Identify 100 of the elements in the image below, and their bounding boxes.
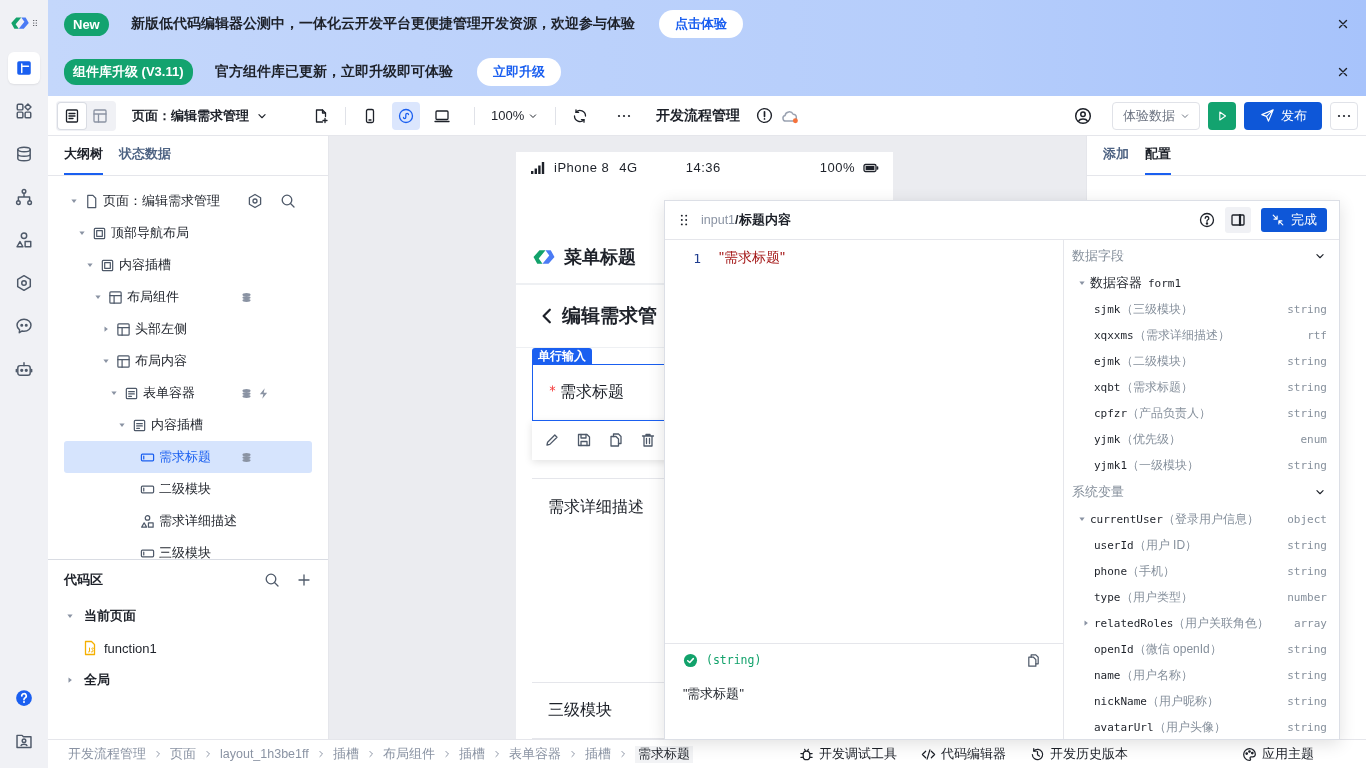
header-title: 菜单标题 xyxy=(564,246,636,270)
tree-item[interactable]: 头部左侧 xyxy=(64,313,312,345)
field-label: 需求详细描述 xyxy=(548,496,644,517)
tree-item[interactable]: 布局内容 xyxy=(64,345,312,377)
banner-action-button[interactable]: 立即升级 xyxy=(476,58,561,86)
variable-description: （三级模块） xyxy=(1120,300,1193,318)
variable-description: （用户名称） xyxy=(1120,666,1193,684)
tree-item[interactable]: 内容插槽 xyxy=(64,249,312,281)
banner-action-button[interactable]: 点击体验 xyxy=(658,10,743,38)
view-mode-button[interactable] xyxy=(58,102,86,129)
path-text: input1 xyxy=(701,213,736,227)
tree-item[interactable]: 布局组件 xyxy=(64,281,312,313)
layout-icon xyxy=(108,289,123,305)
tree-item-label: 二级模块 xyxy=(159,480,211,498)
variable-name[interactable]: relatedRoles xyxy=(1094,616,1174,630)
delete-button[interactable] xyxy=(640,432,656,449)
variable-name[interactable]: phone xyxy=(1094,564,1128,578)
tree-item-label: 三级模块 xyxy=(159,544,211,559)
line-number: 1 xyxy=(692,250,701,266)
variable-description: （产品负责人） xyxy=(1127,404,1212,422)
data-select[interactable]: 体验数据 xyxy=(1112,101,1200,130)
user-icon[interactable] xyxy=(1074,106,1092,125)
help-icon xyxy=(15,689,33,707)
search-icon[interactable] xyxy=(264,572,280,588)
variable-name[interactable]: sjmk xyxy=(1094,302,1121,316)
settings-icon[interactable] xyxy=(247,193,263,209)
variable-name[interactable]: currentUser xyxy=(1090,512,1163,526)
variable-type: rtf xyxy=(1307,328,1327,342)
variable-type: string xyxy=(1287,668,1327,682)
variable-name[interactable]: xqbt xyxy=(1094,380,1121,394)
mini-program-icon xyxy=(398,107,414,124)
done-button[interactable]: 完成 xyxy=(1261,208,1327,232)
variable-name[interactable]: type xyxy=(1094,590,1121,604)
tree-item[interactable]: 需求详细描述 xyxy=(64,505,312,537)
panel-tab[interactable]: 大纲树 xyxy=(64,136,103,175)
copy-button[interactable] xyxy=(608,432,624,449)
variable-name[interactable]: yjmk1 xyxy=(1094,458,1128,472)
variable-name[interactable]: xqxxms xyxy=(1094,328,1134,342)
tree-item[interactable]: 三级模块 xyxy=(64,537,312,559)
variable-name[interactable]: openId xyxy=(1094,642,1134,656)
publish-button[interactable]: 发布 xyxy=(1244,101,1322,130)
close-button[interactable] xyxy=(1336,65,1350,79)
form-icon xyxy=(124,385,139,401)
tree-item-label: 需求标题 xyxy=(159,448,211,466)
sidebar-button[interactable] xyxy=(8,52,40,84)
variable-description: （登录用户信息） xyxy=(1162,510,1259,528)
close-button[interactable] xyxy=(1336,17,1350,31)
page-select[interactable]: 页面：编辑需求管理 xyxy=(132,106,269,125)
variable-type: array xyxy=(1293,616,1327,630)
bottom-tool-button[interactable]: 应用主题 xyxy=(1241,745,1314,763)
breadcrumb-link[interactable]: 需求标题 xyxy=(634,745,693,763)
more-icon xyxy=(1336,113,1352,118)
panel-tab[interactable]: 状态数据 xyxy=(119,136,171,175)
plus-icon[interactable] xyxy=(296,572,312,588)
bottom-tool-button[interactable]: 代码编辑器 xyxy=(920,745,1006,763)
robot-icon xyxy=(15,360,33,378)
panel-toggle-button[interactable] xyxy=(1225,207,1251,233)
tree-item-label: 内容插槽 xyxy=(119,256,171,274)
help-icon[interactable] xyxy=(1199,212,1215,228)
shapes-icon xyxy=(15,231,33,249)
bottom-tool-button[interactable]: 开发调试工具 xyxy=(798,745,897,763)
section-title: 系统变量 xyxy=(1072,483,1124,501)
search-icon[interactable] xyxy=(280,193,296,209)
alert-icon[interactable] xyxy=(756,107,774,124)
code-group[interactable]: 当前页面 xyxy=(64,600,312,632)
variable-name[interactable]: yjmk xyxy=(1094,432,1121,446)
variable-name[interactable]: nickName xyxy=(1094,694,1147,708)
variable-description: （需求详细描述） xyxy=(1133,326,1230,344)
save-button[interactable] xyxy=(576,432,592,449)
variable-type: string xyxy=(1287,642,1327,656)
variable-name[interactable]: form1 xyxy=(1148,276,1182,290)
variable-name[interactable]: userId xyxy=(1094,538,1134,552)
preview-button[interactable] xyxy=(1208,101,1236,130)
panel-tab[interactable]: 添加 xyxy=(1103,136,1129,175)
tree-item[interactable]: 顶部导航布局 xyxy=(64,217,312,249)
tree-item[interactable]: 表单容器 xyxy=(64,377,312,409)
add-page-icon xyxy=(313,107,329,124)
tree-item[interactable]: 二级模块 xyxy=(64,473,312,505)
banner-text: 新版低代码编辑器公测中，一体化云开发平台更便捷管理开发资源，欢迎参与体验 xyxy=(130,15,635,33)
code-file[interactable]: function1 xyxy=(64,632,312,664)
network-text: 4G xyxy=(619,160,638,176)
tree-item[interactable]: 页面：编辑需求管理 xyxy=(64,185,312,217)
tree-item[interactable]: 内容插槽 xyxy=(64,409,312,441)
frame-icon xyxy=(100,257,115,273)
code-group[interactable]: 全局 xyxy=(64,664,312,696)
bottom-tool-button[interactable]: 开发历史版本 xyxy=(1029,745,1128,763)
variable-type: string xyxy=(1287,354,1327,368)
variable-name[interactable]: cpfzr xyxy=(1094,406,1128,420)
bug-icon xyxy=(798,746,814,762)
tree-item[interactable]: 需求标题 xyxy=(64,441,312,473)
variable-name[interactable]: ejmk xyxy=(1094,354,1121,368)
edit-button[interactable] xyxy=(544,432,560,449)
code-editor[interactable]: 1 "需求标题" xyxy=(665,240,1063,643)
zoom-select[interactable]: 100% xyxy=(485,108,546,123)
variable-name[interactable]: name xyxy=(1094,668,1121,682)
variable-description: （二级模块） xyxy=(1120,352,1193,370)
panel-tab[interactable]: 配置 xyxy=(1145,136,1171,175)
code-text: "需求标题" xyxy=(719,249,785,267)
variable-name[interactable]: avatarUrl xyxy=(1094,720,1154,734)
kebab-icon[interactable] xyxy=(30,19,39,27)
